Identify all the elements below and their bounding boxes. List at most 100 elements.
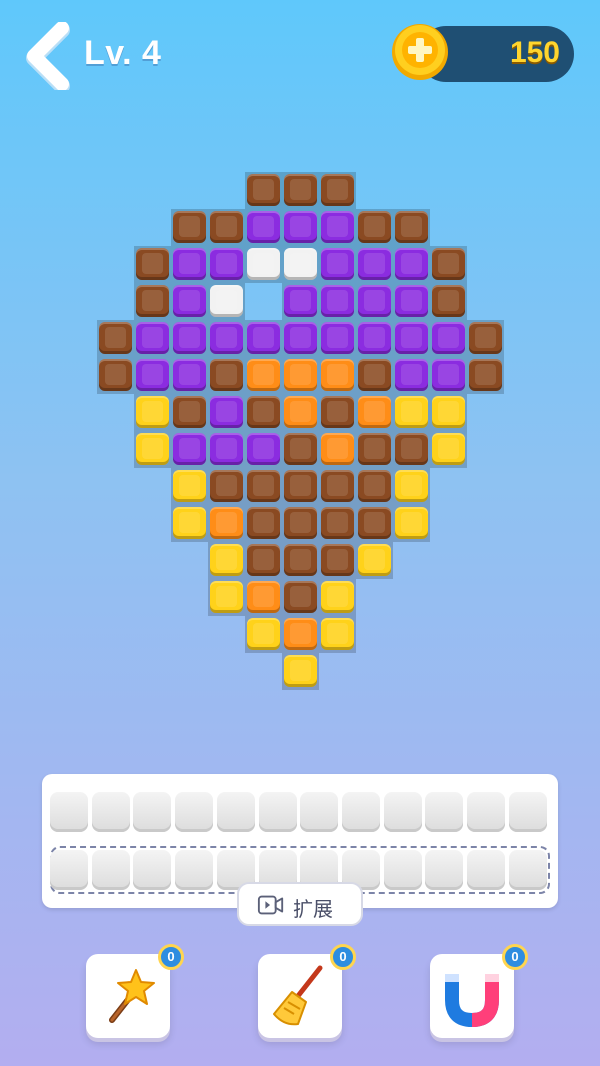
white-tile[interactable] — [282, 246, 319, 283]
yellow-tile[interactable] — [393, 468, 430, 505]
purple-tile[interactable] — [134, 357, 171, 394]
white-tile[interactable] — [245, 246, 282, 283]
purple-tile[interactable] — [282, 283, 319, 320]
chocolate-tile[interactable] — [430, 246, 467, 283]
purple-tile[interactable] — [393, 283, 430, 320]
chocolate-tile[interactable] — [319, 394, 356, 431]
chocolate-tile[interactable] — [393, 209, 430, 246]
chocolate-tile[interactable] — [319, 468, 356, 505]
chocolate-tile[interactable] — [319, 505, 356, 542]
orange-tile[interactable] — [282, 394, 319, 431]
purple-tile[interactable] — [208, 394, 245, 431]
orange-tile[interactable] — [282, 616, 319, 653]
purple-tile[interactable] — [208, 431, 245, 468]
purple-tile[interactable] — [319, 283, 356, 320]
yellow-tile[interactable] — [134, 431, 171, 468]
chocolate-tile[interactable] — [208, 209, 245, 246]
tray-slot — [50, 792, 88, 832]
yellow-tile[interactable] — [134, 394, 171, 431]
chocolate-tile[interactable] — [97, 320, 134, 357]
orange-tile[interactable] — [245, 357, 282, 394]
purple-tile[interactable] — [245, 431, 282, 468]
chocolate-tile[interactable] — [319, 172, 356, 209]
chocolate-tile[interactable] — [282, 172, 319, 209]
chocolate-tile[interactable] — [282, 505, 319, 542]
orange-tile[interactable] — [245, 579, 282, 616]
expand-button[interactable]: 扩展 — [237, 882, 363, 926]
purple-tile[interactable] — [319, 320, 356, 357]
magnet-booster-button[interactable]: 0 — [430, 944, 528, 1038]
yellow-tile[interactable] — [171, 505, 208, 542]
purple-tile[interactable] — [282, 209, 319, 246]
chocolate-tile[interactable] — [208, 357, 245, 394]
chocolate-tile[interactable] — [282, 468, 319, 505]
yellow-tile[interactable] — [282, 653, 319, 690]
purple-tile[interactable] — [393, 357, 430, 394]
chocolate-tile[interactable] — [245, 542, 282, 579]
yellow-tile[interactable] — [319, 579, 356, 616]
chocolate-tile[interactable] — [134, 246, 171, 283]
purple-tile[interactable] — [356, 246, 393, 283]
purple-tile[interactable] — [171, 246, 208, 283]
purple-tile[interactable] — [319, 246, 356, 283]
chocolate-tile[interactable] — [171, 394, 208, 431]
yellow-tile[interactable] — [245, 616, 282, 653]
orange-tile[interactable] — [282, 357, 319, 394]
purple-tile[interactable] — [319, 209, 356, 246]
broom-booster-button[interactable]: 0 — [258, 944, 356, 1038]
purple-tile[interactable] — [171, 320, 208, 357]
chocolate-tile[interactable] — [282, 542, 319, 579]
purple-tile[interactable] — [356, 283, 393, 320]
chocolate-tile[interactable] — [356, 431, 393, 468]
purple-tile[interactable] — [245, 209, 282, 246]
chocolate-tile[interactable] — [245, 394, 282, 431]
yellow-tile[interactable] — [208, 542, 245, 579]
chocolate-tile[interactable] — [282, 579, 319, 616]
yellow-tile[interactable] — [393, 505, 430, 542]
chocolate-tile[interactable] — [245, 172, 282, 209]
yellow-tile[interactable] — [319, 616, 356, 653]
chocolate-tile[interactable] — [245, 505, 282, 542]
yellow-tile[interactable] — [171, 468, 208, 505]
orange-tile[interactable] — [208, 505, 245, 542]
purple-tile[interactable] — [208, 320, 245, 357]
chocolate-tile[interactable] — [245, 468, 282, 505]
chocolate-tile[interactable] — [356, 209, 393, 246]
purple-tile[interactable] — [430, 320, 467, 357]
purple-tile[interactable] — [430, 357, 467, 394]
broom-icon — [273, 965, 323, 1026]
chocolate-tile[interactable] — [356, 468, 393, 505]
chocolate-tile[interactable] — [356, 357, 393, 394]
chocolate-tile[interactable] — [97, 357, 134, 394]
purple-tile[interactable] — [282, 320, 319, 357]
yellow-tile[interactable] — [430, 394, 467, 431]
chocolate-tile[interactable] — [430, 283, 467, 320]
chocolate-tile[interactable] — [356, 505, 393, 542]
purple-tile[interactable] — [134, 320, 171, 357]
white-tile[interactable] — [208, 283, 245, 320]
purple-tile[interactable] — [171, 431, 208, 468]
chocolate-tile[interactable] — [134, 283, 171, 320]
magic-wand-booster-button[interactable]: 0 — [86, 944, 184, 1038]
chocolate-tile[interactable] — [208, 468, 245, 505]
chocolate-tile[interactable] — [467, 357, 504, 394]
chocolate-tile[interactable] — [319, 542, 356, 579]
orange-tile[interactable] — [319, 357, 356, 394]
yellow-tile[interactable] — [393, 394, 430, 431]
purple-tile[interactable] — [393, 246, 430, 283]
yellow-tile[interactable] — [430, 431, 467, 468]
chocolate-tile[interactable] — [393, 431, 430, 468]
chocolate-tile[interactable] — [171, 209, 208, 246]
chocolate-tile[interactable] — [282, 431, 319, 468]
purple-tile[interactable] — [356, 320, 393, 357]
orange-tile[interactable] — [356, 394, 393, 431]
purple-tile[interactable] — [393, 320, 430, 357]
purple-tile[interactable] — [171, 283, 208, 320]
purple-tile[interactable] — [245, 320, 282, 357]
purple-tile[interactable] — [171, 357, 208, 394]
yellow-tile[interactable] — [356, 542, 393, 579]
purple-tile[interactable] — [208, 246, 245, 283]
chocolate-tile[interactable] — [467, 320, 504, 357]
yellow-tile[interactable] — [208, 579, 245, 616]
orange-tile[interactable] — [319, 431, 356, 468]
